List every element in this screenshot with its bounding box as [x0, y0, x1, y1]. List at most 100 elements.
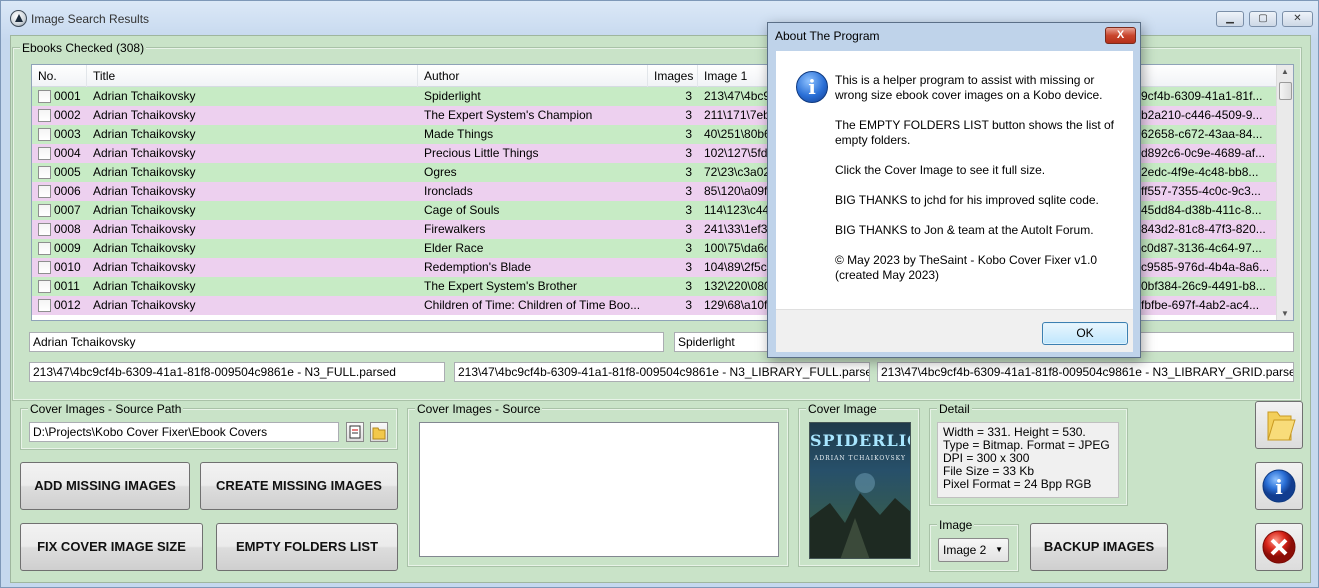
- exit-icon: [1262, 530, 1296, 564]
- image-path-field-1[interactable]: 213\47\4bc9cf4b-6309-41a1-81f8-009504c98…: [29, 362, 445, 382]
- dialog-paragraph: This is a helper program to assist with …: [835, 73, 1103, 102]
- cell-images: 3: [685, 203, 692, 217]
- cell-image1: 213\47\4bc9: [704, 89, 768, 103]
- cell-no: 0005: [54, 165, 81, 179]
- cell-tail: fbfbe-697f-4ab2-ac4...: [1141, 298, 1260, 312]
- row-checkbox[interactable]: [38, 242, 51, 255]
- image-select-value: Image 2: [943, 543, 987, 557]
- cell-author: The Expert System's Champion: [424, 108, 593, 122]
- cell-tail: c0d87-3136-4c64-97...: [1141, 241, 1262, 255]
- ok-button[interactable]: OK: [1042, 322, 1128, 345]
- cell-title: Adrian Tchaikovsky: [93, 241, 196, 255]
- cell-image1: 241\33\1ef3: [704, 222, 768, 236]
- cell-no: 0006: [54, 184, 81, 198]
- add-missing-images-button[interactable]: ADD MISSING IMAGES: [20, 462, 190, 510]
- cell-no: 0002: [54, 108, 81, 122]
- maximize-button[interactable]: ▢: [1249, 11, 1277, 27]
- cell-no: 0012: [54, 298, 81, 312]
- cell-no: 0008: [54, 222, 81, 236]
- column-header-title[interactable]: Title: [87, 65, 418, 87]
- cell-tail: 0bf384-26c9-4491-b8...: [1141, 279, 1266, 293]
- cell-no: 0004: [54, 146, 81, 160]
- table-scrollbar[interactable]: ▲ ▼: [1276, 65, 1293, 320]
- cell-image1: 211\171\7eb: [704, 108, 768, 122]
- fix-cover-image-size-button[interactable]: FIX COVER IMAGE SIZE: [20, 523, 203, 571]
- row-checkbox[interactable]: [38, 280, 51, 293]
- detail-line: Pixel Format = 24 Bpp RGB: [943, 477, 1092, 491]
- cell-tail: 2edc-4f9e-4c48-bb8...: [1141, 165, 1259, 179]
- empty-folders-icon-button[interactable]: [1255, 401, 1303, 449]
- cell-images: 3: [685, 298, 692, 312]
- image-path-field-3[interactable]: 213\47\4bc9cf4b-6309-41a1-81f8-009504c98…: [877, 362, 1294, 382]
- backup-images-button[interactable]: BACKUP IMAGES: [1030, 523, 1168, 571]
- cell-image1: 114\123\c44: [704, 203, 768, 217]
- empty-folders-list-button[interactable]: EMPTY FOLDERS LIST: [216, 523, 398, 571]
- cell-no: 0007: [54, 203, 81, 217]
- app-icon: [10, 10, 27, 27]
- cell-author: Ironclads: [424, 184, 473, 198]
- row-checkbox[interactable]: [38, 128, 51, 141]
- cell-image1: 104\89\2f5c: [704, 260, 767, 274]
- cell-images: 3: [685, 165, 692, 179]
- open-folder-button[interactable]: [370, 422, 388, 442]
- cell-tail: b2a210-c446-4509-9...: [1141, 108, 1263, 122]
- cell-image1: 129\68\a10f: [704, 298, 768, 312]
- cell-no: 0003: [54, 127, 81, 141]
- cell-tail: 62658-c672-43aa-84...: [1141, 127, 1263, 141]
- browse-icon: [349, 425, 361, 439]
- dialog-paragraph: Click the Cover Image to see it full siz…: [835, 163, 1046, 177]
- main-window: Image Search Results ▁ ▢ ✕ Ebooks Checke…: [0, 0, 1319, 588]
- column-header-no[interactable]: No.: [32, 65, 87, 87]
- cell-images: 3: [685, 260, 692, 274]
- cell-author: Made Things: [424, 127, 494, 141]
- scroll-down-icon[interactable]: ▼: [1281, 309, 1289, 318]
- author-field[interactable]: Adrian Tchaikovsky: [29, 332, 664, 352]
- cover-artwork: [810, 473, 910, 558]
- row-checkbox[interactable]: [38, 90, 51, 103]
- cell-image1: 100\75\da6c: [704, 241, 768, 255]
- cell-tail: c9585-976d-4b4a-8a6...: [1141, 260, 1270, 274]
- browse-button[interactable]: [346, 422, 364, 442]
- row-checkbox[interactable]: [38, 109, 51, 122]
- column-header-author[interactable]: Author: [418, 65, 648, 87]
- row-checkbox[interactable]: [38, 223, 51, 236]
- scroll-up-icon[interactable]: ▲: [1281, 67, 1289, 76]
- svg-text:i: i: [1275, 475, 1283, 499]
- row-checkbox[interactable]: [38, 185, 51, 198]
- row-checkbox[interactable]: [38, 261, 51, 274]
- cover-image[interactable]: SPIDERLIGHT ADRIAN TCHAIKOVSKY: [809, 422, 911, 559]
- cover-source-list[interactable]: [419, 422, 779, 557]
- cover-source-label: Cover Images - Source: [415, 402, 543, 416]
- cell-images: 3: [685, 146, 692, 160]
- cell-title: Adrian Tchaikovsky: [93, 127, 196, 141]
- scroll-thumb[interactable]: [1279, 82, 1292, 100]
- open-folder-icon: [372, 427, 386, 440]
- row-checkbox[interactable]: [38, 204, 51, 217]
- cell-no: 0001: [54, 89, 81, 103]
- cell-images: 3: [685, 241, 692, 255]
- close-button[interactable]: ✕: [1282, 11, 1313, 27]
- folder-icon: [1267, 411, 1296, 441]
- cell-image1: 102\127\5fd: [704, 146, 768, 160]
- cell-images: 3: [685, 127, 692, 141]
- dialog-paragraph: BIG THANKS to Jon & team at the AutoIt F…: [835, 223, 1094, 237]
- source-path-input[interactable]: D:\Projects\Kobo Cover Fixer\Ebook Cover…: [29, 422, 339, 442]
- row-checkbox[interactable]: [38, 299, 51, 312]
- detail-text: Width = 331. Height = 530. Type = Bitmap…: [937, 422, 1119, 498]
- row-checkbox[interactable]: [38, 147, 51, 160]
- image-select[interactable]: Image 2 ▼: [938, 538, 1009, 562]
- minimize-button[interactable]: ▁: [1216, 11, 1244, 27]
- column-header-images[interactable]: Images: [648, 65, 698, 87]
- image-select-label: Image: [937, 518, 975, 532]
- row-checkbox[interactable]: [38, 166, 51, 179]
- create-missing-images-button[interactable]: CREATE MISSING IMAGES: [200, 462, 398, 510]
- dialog-close-button[interactable]: X: [1105, 27, 1136, 44]
- about-button[interactable]: i: [1255, 462, 1303, 510]
- image-path-field-2[interactable]: 213\47\4bc9cf4b-6309-41a1-81f8-009504c98…: [454, 362, 870, 382]
- cell-image1: 85\120\a09f: [704, 184, 768, 198]
- cover-image-label: Cover Image: [806, 402, 879, 416]
- cell-author: Cage of Souls: [424, 203, 500, 217]
- cell-author: Redemption's Blade: [424, 260, 532, 274]
- exit-button[interactable]: [1255, 523, 1303, 571]
- dialog-paragraph: © May 2023 by TheSaint - Kobo Cover Fixe…: [835, 253, 1098, 282]
